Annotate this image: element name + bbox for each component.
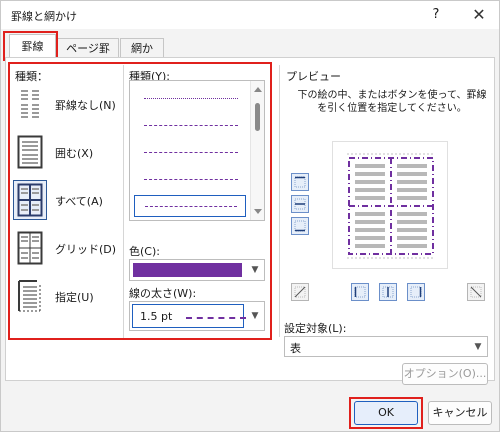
diagonal-up-border-button[interactable] [467,283,485,301]
dialog-title: 罫線と網かけ [11,10,77,23]
inside-vertical-border-button[interactable] [379,283,397,301]
options-button[interactable]: オプション(O)... [402,363,488,385]
preview-heading: プレビュー [286,70,341,83]
inside-horizontal-border-button[interactable] [291,195,309,213]
left-border-icon [354,286,366,298]
diagonal-up-icon [470,286,482,298]
close-button[interactable]: ✕ [465,3,493,27]
diagonal-down-icon [294,286,306,298]
ok-highlight-box [349,397,423,429]
title-bar: 罫線と網かけ ? ✕ [1,1,499,29]
apply-to-dropdown[interactable]: 表 ▼ [284,336,488,357]
bottom-border-button[interactable] [291,217,309,235]
bottom-border-icon [294,220,306,232]
top-border-icon [294,176,306,188]
left-border-button[interactable] [351,283,369,301]
inside-vertical-border-icon [382,286,394,298]
settings-highlight-box [8,62,272,340]
tab-shading[interactable]: 網かけ [120,38,164,74]
preview-divider [279,65,280,337]
top-border-button[interactable] [291,173,309,191]
diagonal-down-border-button[interactable] [291,283,309,301]
preview-description: 下の絵の中、またはボタンを使って、罫線を引く位置を指定してください。 [297,90,487,114]
apply-to-value: 表 [290,342,301,355]
tab-page-border[interactable]: ページ罫線 [57,38,119,74]
borders-and-shading-dialog: 罫線と網かけ ? ✕ 罫線 ページ罫線 網かけ 種類： [0,0,500,432]
inside-horizontal-border-icon [294,198,306,210]
right-border-button[interactable] [407,283,425,301]
help-button[interactable]: ? [425,5,447,25]
right-border-icon [410,286,422,298]
chevron-down-icon[interactable]: ▼ [469,337,487,356]
preview-area[interactable] [332,141,448,269]
apply-to-label: 設定対象(L): [284,322,347,335]
cancel-button[interactable]: キャンセル [428,401,492,425]
